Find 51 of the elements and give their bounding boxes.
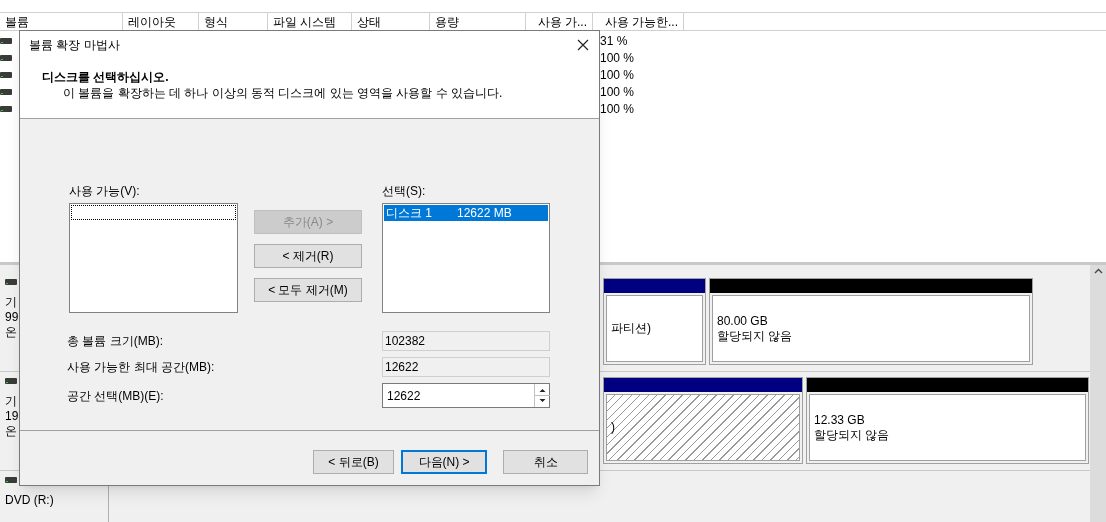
list-label: 선택(S): [382, 183, 427, 197]
wizard-subtitle: 이 볼륨을 확장하는 데 하나 이상의 동적 디스크에 있는 영역을 사용할 수 있습니다. [62, 85, 504, 101]
move-button[interactable]: < 모두 제거(M) [254, 278, 362, 302]
dialog-button[interactable]: 취소 [503, 450, 588, 474]
table-cell-text: 100 % [600, 83, 635, 101]
partition-text: 80.00 GB [717, 313, 769, 329]
scroll-up-icon[interactable] [1093, 268, 1103, 274]
drive-icon [0, 71, 12, 78]
partition-text: 할당되지 않음 [814, 427, 891, 443]
readonly-field: 12622 [382, 357, 550, 377]
move-button[interactable]: < 제거(R) [254, 244, 362, 268]
list-item-name: 디스크 1 [386, 205, 433, 222]
disk-label: 기 [5, 394, 17, 410]
list-item[interactable]: 디스크 1 12622 MB [384, 205, 548, 221]
readonly-field: 102382 [382, 331, 550, 351]
drive-icon [5, 279, 17, 285]
field-label: 공간 선택(MB)(E): [67, 387, 165, 405]
disk-label: 99 [5, 310, 19, 325]
drive-icon [0, 54, 12, 61]
table-cell-text: 31 % [600, 32, 628, 50]
drive-icon [0, 105, 12, 112]
table-cell-text: 100 % [600, 49, 635, 67]
drive-icon [5, 378, 17, 385]
drive-icon [0, 88, 12, 95]
partition-text: 파티션) [611, 321, 652, 337]
field-label: 사용 가능한 최대 공간(MB): [67, 359, 216, 376]
disk-label: 온 [5, 424, 17, 440]
scrollbar[interactable] [1090, 265, 1106, 522]
field-label: 총 볼륨 크기(MB): [67, 333, 164, 350]
dialog-button[interactable]: 다음(N) > [401, 450, 487, 474]
dialog-button[interactable]: < 뒤로(B) [313, 450, 394, 474]
disk-label: 19 [5, 409, 19, 425]
list-item-size: 12622 MB [457, 205, 512, 222]
drive-icon [0, 37, 12, 44]
drive-icon [5, 477, 17, 484]
available-list[interactable] [69, 203, 238, 313]
disk-label: 온 [5, 325, 17, 340]
table-cell-text: 100 % [600, 100, 635, 118]
list-label: 사용 가능(V): [69, 183, 141, 197]
selected-list[interactable]: 디스크 1 12622 MB [382, 203, 550, 313]
partition-text: ) [611, 420, 616, 436]
partition-text: 12.33 GB [814, 412, 866, 428]
disk-label: DVD (R:) [5, 493, 54, 509]
window-title: 볼륨 확장 마법사 [29, 37, 120, 54]
table-cell-text: 100 % [600, 66, 635, 84]
spin-arrows-icon[interactable] [534, 384, 549, 407]
spin-field[interactable]: 12622 [382, 383, 550, 408]
partition-text: 할당되지 않음 [717, 328, 794, 344]
close-icon[interactable] [577, 39, 589, 51]
wizard-heading: 디스크를 선택하십시오. [42, 69, 170, 85]
disk-label: 기 [5, 295, 17, 310]
